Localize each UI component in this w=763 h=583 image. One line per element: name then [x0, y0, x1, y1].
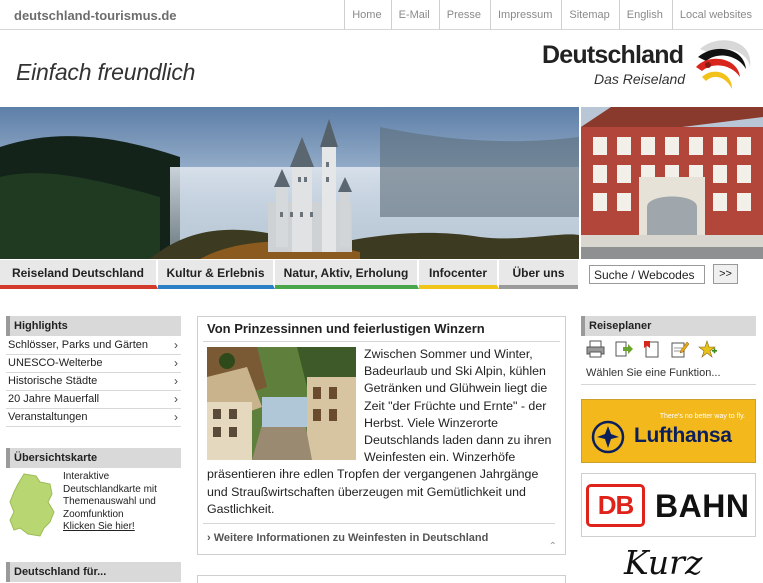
highlight-item-label: Veranstaltungen: [8, 411, 88, 423]
reiseplaner-hint: Wählen Sie eine Funktion...: [586, 367, 721, 379]
highlight-item-label: UNESCO-Welterbe: [8, 357, 103, 369]
bookmark-icon[interactable]: [642, 340, 661, 358]
tab-ueber-uns[interactable]: Über uns: [499, 260, 578, 289]
divider: [581, 384, 756, 385]
chevron-right-icon: ›: [174, 338, 178, 352]
germany-map-icon[interactable]: [6, 472, 58, 538]
add-star-icon[interactable]: [698, 340, 717, 358]
hero-banner: [0, 107, 763, 259]
deutschland-fuer-title: Deutschland für...: [6, 562, 181, 582]
export-icon[interactable]: [614, 340, 633, 358]
chevron-right-icon: ›: [207, 532, 214, 544]
print-icon[interactable]: [586, 340, 605, 358]
notepad-icon[interactable]: [670, 340, 689, 358]
highlights-title: Highlights: [6, 316, 181, 336]
kurz-ad[interactable]: Kurz: [600, 541, 750, 583]
highlights-list: Schlösser, Parks und Gärten › UNESCO-Welt…: [6, 337, 181, 427]
logo-subtitle: Das Reiseland: [594, 71, 686, 87]
top-bar: deutschland-tourismus.de Home E-Mail Pre…: [0, 0, 763, 30]
topnav-local-websites-link[interactable]: Local websites: [671, 0, 761, 30]
divider: [203, 341, 560, 342]
second-article: [197, 575, 566, 583]
highlight-item-unesco[interactable]: UNESCO-Welterbe ›: [6, 355, 181, 373]
topnav-email-link[interactable]: E-Mail: [390, 0, 439, 30]
overview-map-link[interactable]: Klicken Sie hier!: [63, 521, 135, 532]
highlight-item-label: Historische Städte: [8, 375, 98, 387]
castle-landscape-image: [0, 107, 579, 259]
swoosh-logo-icon: [696, 40, 751, 89]
chevron-right-icon: ›: [174, 392, 178, 406]
highlight-item-schloesser[interactable]: Schlösser, Parks und Gärten ›: [6, 337, 181, 355]
topnav-impressum-link[interactable]: Impressum: [490, 0, 561, 30]
header: Einfach freundlich Deutschland Das Reise…: [0, 31, 763, 107]
db-name: BAHN: [655, 488, 750, 524]
search-submit-button[interactable]: >>: [713, 264, 738, 284]
town-hall-image: [581, 107, 763, 259]
reiseplaner-title: Reiseplaner: [581, 316, 756, 336]
chevron-right-icon: ›: [174, 374, 178, 388]
lufthansa-ad[interactable]: There's no better way to fly. Lufthansa: [581, 399, 756, 463]
logo-title: Deutschland: [542, 41, 684, 69]
chevron-right-icon: ›: [174, 410, 178, 424]
topnav-home-link[interactable]: Home: [344, 0, 390, 30]
tab-kultur-erlebnis[interactable]: Kultur & Erlebnis: [158, 260, 275, 289]
topnav-english-link[interactable]: English: [618, 0, 672, 30]
overview-map-text: Interaktive Deutschlandkarte mit Themena…: [63, 471, 157, 520]
site-url: deutschland-tourismus.de: [14, 8, 177, 23]
tab-reiseland-deutschland[interactable]: Reiseland Deutschland: [0, 260, 158, 289]
article-more-link[interactable]: › Weitere Informationen zu Weinfesten in…: [207, 532, 488, 544]
main-navigation: Reiseland Deutschland Kultur & Erlebnis …: [0, 260, 580, 290]
topnav-presse-link[interactable]: Presse: [438, 0, 490, 30]
article-more-label: Weitere Informationen zu Weinfesten in D…: [213, 532, 489, 544]
divider: [203, 523, 555, 524]
feature-article: Von Prinzessinnen und feierlustigen Winz…: [197, 316, 566, 555]
highlight-item-historische-staedte[interactable]: Historische Städte ›: [6, 373, 181, 391]
wine-village-image: [207, 347, 356, 460]
lufthansa-tagline: There's no better way to fly.: [659, 413, 745, 420]
highlight-item-mauerfall[interactable]: 20 Jahre Mauerfall ›: [6, 391, 181, 409]
tab-natur-aktiv-erholung[interactable]: Natur, Aktiv, Erholung: [275, 260, 419, 289]
kurz-text: Kurz: [624, 543, 703, 582]
topnav-sitemap-link[interactable]: Sitemap: [561, 0, 618, 30]
article-title: Von Prinzessinnen und feierlustigen Winz…: [207, 321, 485, 336]
top-navigation: Home E-Mail Presse Impressum Sitemap Eng…: [344, 0, 761, 30]
db-logo: DB: [586, 484, 645, 527]
slogan: Einfach freundlich: [16, 59, 196, 85]
overview-map-title: Übersichtskarte: [6, 448, 181, 468]
search-input[interactable]: [589, 265, 705, 284]
overview-map-description: Interaktive Deutschlandkarte mit Themena…: [63, 471, 183, 534]
tab-infocenter[interactable]: Infocenter: [419, 260, 499, 289]
lufthansa-name: Lufthansa: [634, 424, 732, 447]
highlight-item-label: 20 Jahre Mauerfall: [8, 393, 100, 405]
lufthansa-crane-icon: [591, 420, 625, 454]
highlight-item-label: Schlösser, Parks und Gärten: [8, 339, 149, 351]
caret-up-icon[interactable]: ⌃: [549, 541, 557, 552]
chevron-right-icon: ›: [174, 356, 178, 370]
highlight-item-veranstaltungen[interactable]: Veranstaltungen ›: [6, 409, 181, 427]
deutsche-bahn-ad[interactable]: DB BAHN: [581, 473, 756, 537]
reiseplaner-toolbar: [586, 340, 756, 360]
